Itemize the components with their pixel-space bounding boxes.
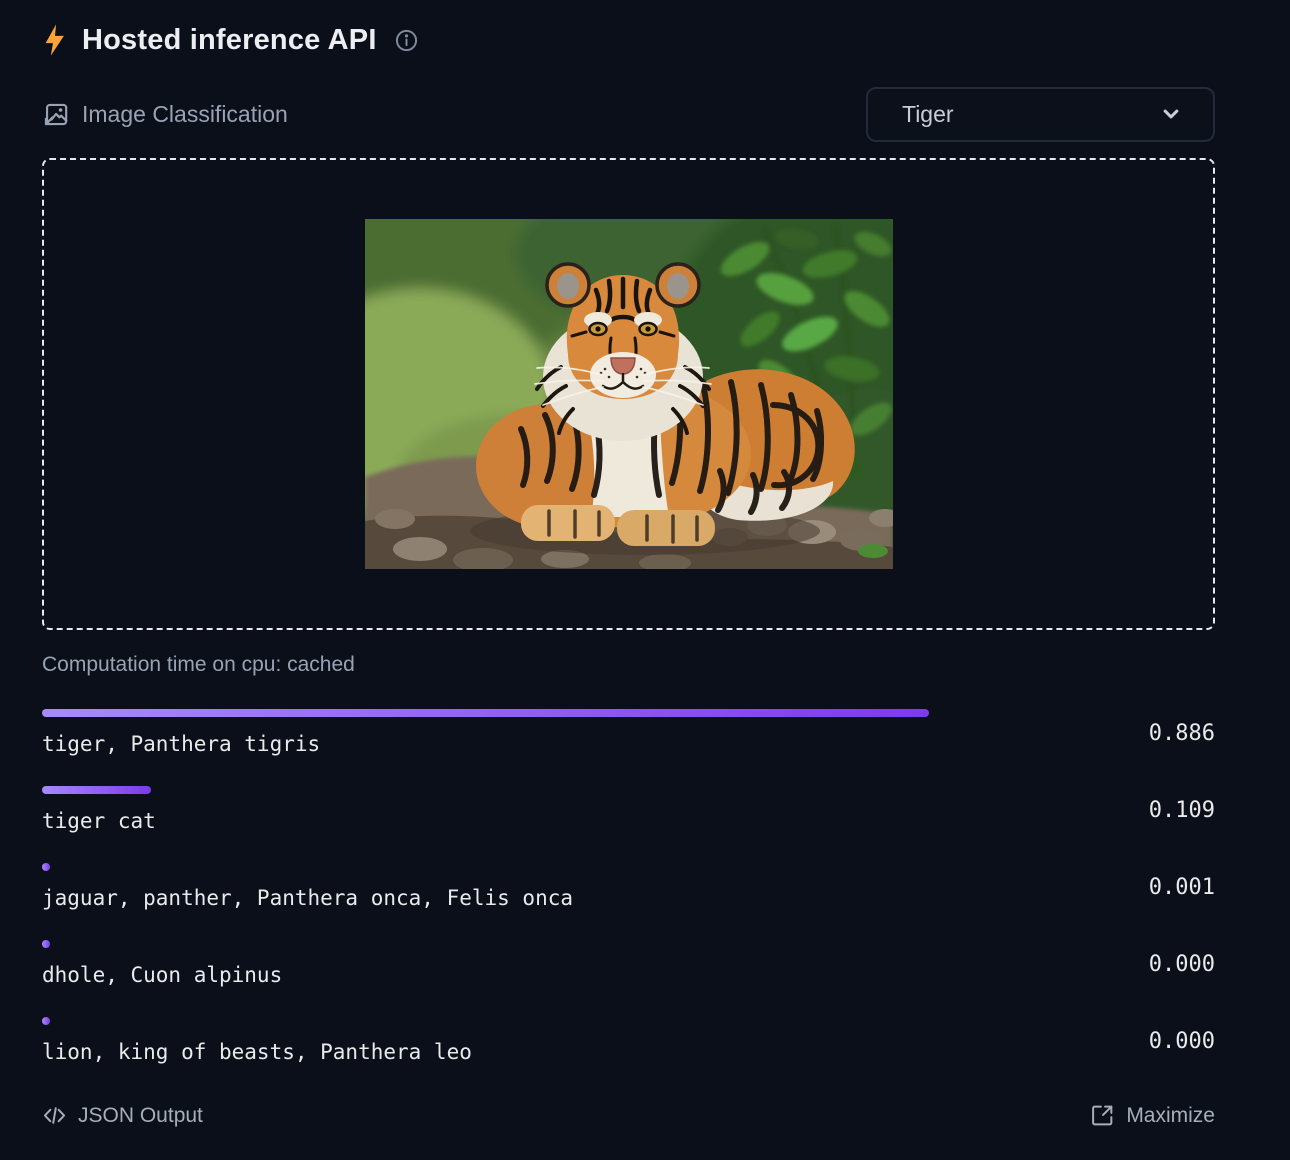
class-label: dhole, Cuon alpinus <box>42 962 1103 988</box>
inference-widget: Hosted inference API Image Classificatio… <box>0 0 1290 1160</box>
result-row: tiger, Panthera tigris 0.886 <box>42 709 1215 757</box>
task-label: Image Classification <box>82 101 288 128</box>
score-bar <box>42 786 151 794</box>
score-bar <box>42 709 929 717</box>
class-score: 0.001 <box>1103 875 1215 900</box>
class-score: 0.886 <box>1103 721 1215 746</box>
class-label: jaguar, panther, Panthera onca, Felis on… <box>42 885 1103 911</box>
class-score: 0.109 <box>1103 798 1215 823</box>
json-output-label: JSON Output <box>78 1104 203 1128</box>
widget-header: Hosted inference API <box>42 20 1215 60</box>
input-image <box>365 219 893 569</box>
widget-footer: JSON Output Maximize <box>42 1103 1215 1128</box>
maximize-icon <box>1090 1103 1115 1128</box>
lightning-bolt-icon <box>42 23 67 57</box>
computation-time: Computation time on cpu: cached <box>42 652 1215 678</box>
result-row: lion, king of beasts, Panthera leo 0.000 <box>42 1017 1215 1065</box>
class-label: lion, king of beasts, Panthera leo <box>42 1039 1103 1065</box>
page-title: Hosted inference API <box>82 24 377 57</box>
class-score: 0.000 <box>1103 952 1215 977</box>
example-select[interactable]: Tiger <box>866 87 1215 142</box>
image-classification-icon <box>42 101 69 128</box>
result-row: tiger cat 0.109 <box>42 786 1215 834</box>
class-label: tiger, Panthera tigris <box>42 731 1103 757</box>
chevron-down-icon <box>1157 100 1185 128</box>
task-row: Image Classification Tiger <box>42 86 1215 142</box>
score-bar <box>42 940 50 948</box>
class-label: tiger cat <box>42 808 1103 834</box>
task-link[interactable]: Image Classification <box>42 101 288 128</box>
result-row: dhole, Cuon alpinus 0.000 <box>42 940 1215 988</box>
image-dropzone[interactable] <box>42 158 1215 630</box>
json-output-button[interactable]: JSON Output <box>42 1103 203 1128</box>
score-bar <box>42 1017 50 1025</box>
result-row: jaguar, panther, Panthera onca, Felis on… <box>42 863 1215 911</box>
info-circle-icon[interactable] <box>394 28 419 53</box>
class-score: 0.000 <box>1103 1029 1215 1054</box>
maximize-button[interactable]: Maximize <box>1090 1103 1215 1128</box>
example-select-value: Tiger <box>902 101 954 128</box>
score-bar <box>42 863 50 871</box>
maximize-label: Maximize <box>1126 1104 1215 1128</box>
code-icon <box>42 1103 67 1128</box>
results-list: tiger, Panthera tigris 0.886 tiger cat 0… <box>42 709 1215 1065</box>
